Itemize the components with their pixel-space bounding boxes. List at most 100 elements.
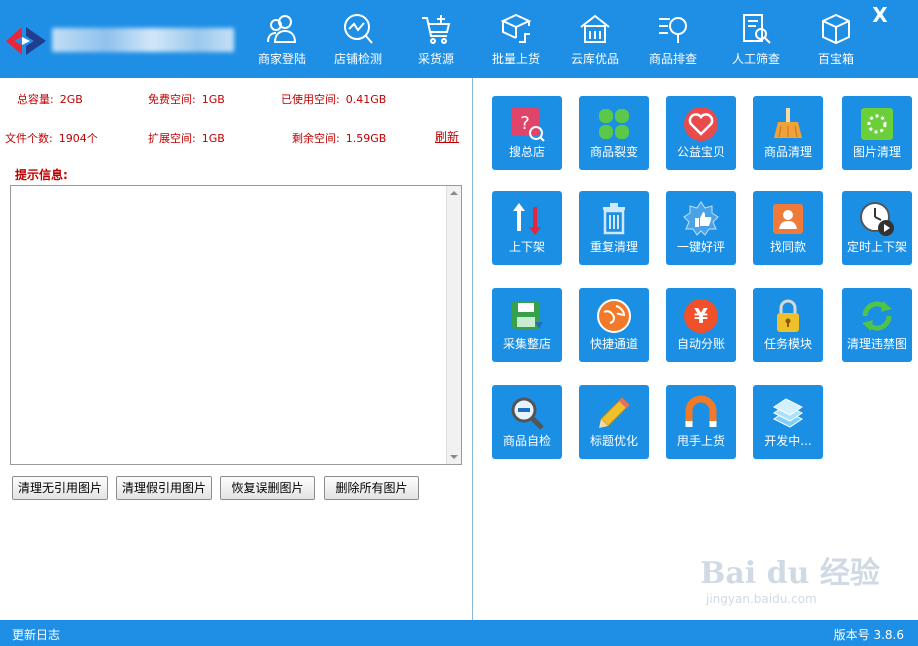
- extended-space-value: 1GB: [201, 132, 225, 145]
- tile-label: 采集整店: [502, 337, 551, 351]
- tile-label: 标题优化: [589, 434, 638, 448]
- padlock-icon: [777, 299, 799, 332]
- used-space-label: 已使用空间:: [281, 93, 340, 106]
- nav-batch-upload[interactable]: 批量上货: [480, 12, 552, 72]
- save-disk-icon: [512, 301, 543, 329]
- globe-icon: [597, 299, 631, 333]
- nav-label: 商家登陆: [257, 52, 306, 66]
- watermark-brand: Bai du 经验: [700, 556, 880, 591]
- clean-fake-referenced-images-button[interactable]: 清理假引用图片: [116, 476, 212, 500]
- tile-label: 快捷通道: [589, 337, 638, 351]
- tile-product-cleanup[interactable]: 商品清理: [753, 96, 823, 170]
- box-upload-icon: [500, 13, 532, 43]
- tile-product-selfcheck[interactable]: 商品自检: [492, 385, 562, 459]
- warehouse-icon: [580, 14, 610, 43]
- tile-one-hand-upload[interactable]: 甩手上货: [666, 385, 736, 459]
- storage-panel: 总容量: 2GB 免费空间: 1GB 已使用空间: 0.41GB 文件个数: 1904个…: [0, 78, 473, 620]
- file-count-label: 文件个数:: [5, 132, 53, 145]
- extended-space-label: 扩展空间:: [148, 132, 196, 145]
- remaining-space: 剩余空间: 1.59GB: [292, 130, 386, 146]
- tile-one-click-review[interactable]: 一键好评: [666, 191, 736, 265]
- tile-label: 搜总店: [508, 145, 545, 159]
- tile-label: 重复清理: [589, 240, 638, 254]
- total-capacity-value: 2GB: [59, 93, 83, 106]
- tools-panel: ? 搜总店 商品裂变 公益宝贝 商品清理 图片清理 上下架 重复清理 一键好评 …: [473, 78, 918, 620]
- clover-icon: [599, 109, 629, 139]
- svg-text:?: ?: [520, 113, 530, 134]
- tile-label: 任务模块: [763, 337, 812, 351]
- nav-manual-screen[interactable]: 人工筛查: [720, 12, 792, 72]
- scroll-up-icon[interactable]: [450, 191, 458, 195]
- file-count-value: 1904个: [58, 132, 98, 145]
- tile-auto-split[interactable]: ¥ 自动分账: [666, 288, 736, 362]
- nav-merchant-login[interactable]: 商家登陆: [246, 12, 318, 72]
- tile-charity-item[interactable]: 公益宝贝: [666, 96, 736, 170]
- update-log-link[interactable]: 更新日志: [12, 626, 60, 643]
- scroll-down-icon[interactable]: [450, 455, 458, 459]
- tile-in-development[interactable]: 开发中...: [753, 385, 823, 459]
- delete-all-images-button[interactable]: 删除所有图片: [324, 476, 419, 500]
- refresh-link[interactable]: 刷新: [435, 128, 459, 145]
- nav-label: 店铺检测: [333, 52, 382, 66]
- tile-label: 清理违禁图: [846, 337, 907, 351]
- hint-title: 提示信息:: [15, 168, 68, 182]
- magnifier-minus-icon: [511, 397, 544, 430]
- blurred-app-name: [52, 28, 234, 52]
- chart-search-icon: [344, 14, 373, 44]
- image-clean-icon: [861, 108, 893, 140]
- restore-deleted-images-button[interactable]: 恢复误删图片: [220, 476, 315, 500]
- tile-title-optimize[interactable]: 标题优化: [579, 385, 649, 459]
- tile-label: 公益宝贝: [676, 145, 725, 159]
- nav-label: 百宝箱: [817, 52, 854, 66]
- hint-scrollbar[interactable]: [446, 186, 461, 464]
- tile-find-same[interactable]: 找同款: [753, 191, 823, 265]
- thumbs-up-icon: [683, 201, 719, 236]
- tile-search-store[interactable]: ? 搜总店: [492, 96, 562, 170]
- tile-image-cleanup[interactable]: 图片清理: [842, 96, 912, 170]
- nav-label: 商品排查: [648, 52, 697, 66]
- title-bar: 商家登陆 店铺检测 采货源 批量上货 云库优品 商品排查 人工筛查 百宝箱 X: [0, 0, 918, 78]
- baidu-watermark: Bai du 经验 jingyan.baidu.com: [700, 548, 890, 608]
- tile-label: 开发中...: [764, 434, 812, 448]
- nav-source-goods[interactable]: 采货源: [400, 12, 472, 72]
- tile-clean-banned-images[interactable]: 清理违禁图: [842, 288, 912, 362]
- broom-icon: [774, 108, 802, 138]
- nav-cloud-goods[interactable]: 云库优品: [559, 12, 631, 72]
- list-search-icon: [659, 17, 687, 43]
- tile-timed-list[interactable]: 定时上下架: [842, 191, 912, 265]
- refresh-cycle-icon: [862, 301, 892, 331]
- nav-label: 批量上货: [491, 52, 540, 66]
- clock-play-icon: [860, 202, 894, 236]
- remaining-space-label: 剩余空间:: [292, 132, 340, 145]
- books-icon: [773, 398, 803, 428]
- used-space: 已使用空间: 0.41GB: [281, 91, 386, 107]
- close-button[interactable]: X: [870, 4, 890, 26]
- clean-unreferenced-images-button[interactable]: 清理无引用图片: [12, 476, 108, 500]
- tile-label: 自动分账: [676, 337, 725, 351]
- tile-label: 商品清理: [763, 145, 812, 159]
- free-space: 免费空间: 1GB: [148, 91, 225, 107]
- nav-label: 人工筛查: [731, 52, 780, 66]
- heart-icon: [684, 107, 718, 141]
- tile-quick-channel[interactable]: 快捷通道: [579, 288, 649, 362]
- yuan-coin-icon: ¥: [684, 299, 718, 333]
- tile-label: 甩手上货: [676, 434, 725, 448]
- tile-product-fission[interactable]: 商品裂变: [579, 96, 649, 170]
- pencil-icon: [599, 397, 630, 428]
- nav-toolbox[interactable]: 百宝箱: [800, 12, 872, 72]
- total-capacity: 总容量: 2GB: [17, 91, 83, 107]
- tile-task-module[interactable]: 任务模块: [753, 288, 823, 362]
- nav-product-check[interactable]: 商品排查: [637, 12, 709, 72]
- nav-label: 云库优品: [570, 52, 619, 66]
- tile-label: 找同款: [769, 240, 806, 254]
- hint-textarea[interactable]: [10, 185, 462, 465]
- tile-duplicate-cleanup[interactable]: 重复清理: [579, 191, 649, 265]
- tile-list-delist[interactable]: 上下架: [492, 191, 562, 265]
- magnet-icon: [685, 395, 717, 427]
- used-space-value: 0.41GB: [345, 93, 387, 106]
- tile-collect-store[interactable]: 采集整店: [492, 288, 562, 362]
- tile-label: 图片清理: [852, 145, 901, 159]
- nav-store-check[interactable]: 店铺检测: [322, 12, 394, 72]
- total-capacity-label: 总容量:: [17, 93, 54, 106]
- app-logo: [6, 27, 46, 55]
